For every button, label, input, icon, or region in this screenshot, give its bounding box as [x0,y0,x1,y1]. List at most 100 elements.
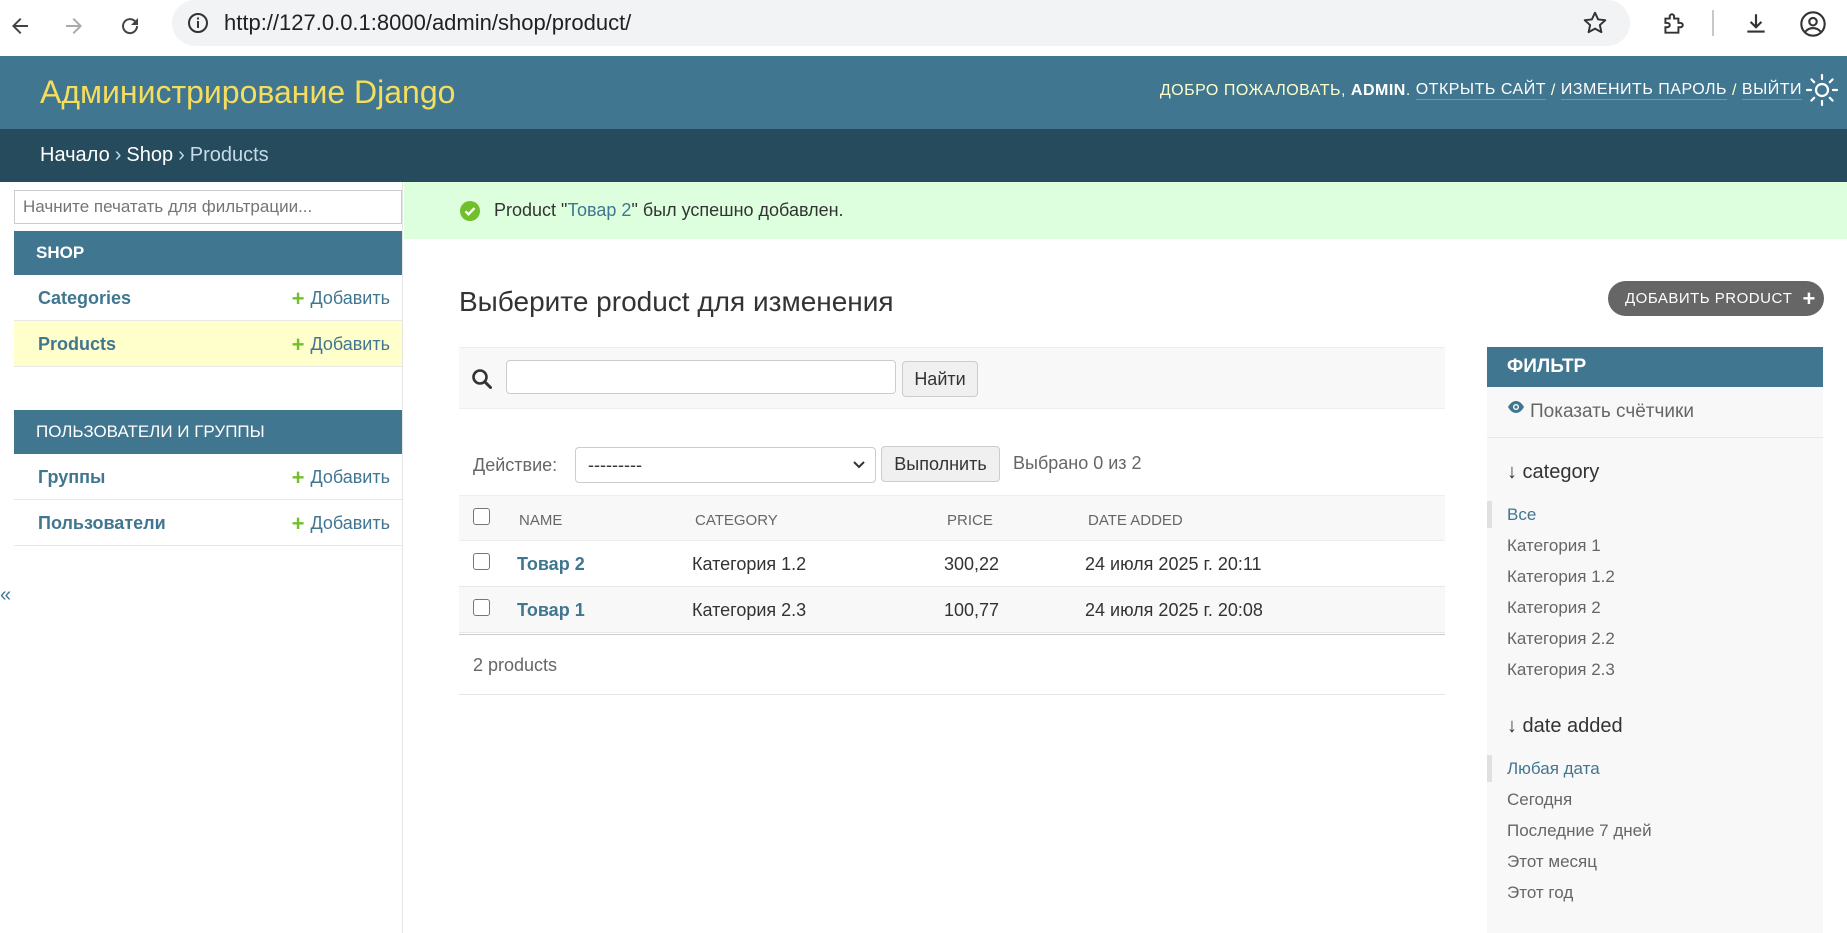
product-date: 24 июля 2025 г. 20:11 [1085,554,1262,574]
search-input[interactable] [506,360,896,394]
filter-option[interactable]: Все [1487,499,1823,530]
message-suffix: " был успешно добавлен. [631,200,844,220]
row-checkbox[interactable] [473,553,490,570]
product-name-link[interactable]: Товар 1 [517,600,585,621]
message-prefix: Product " [494,200,568,220]
add-link[interactable]: + Добавить [291,464,390,490]
nav-sidebar: Shop Categories +Добавить Products +Доба… [14,182,403,933]
plus-icon: + [291,331,305,357]
filter-option[interactable]: Этот год [1487,877,1823,908]
filter-option[interactable]: Категория 1.2 [1487,561,1823,592]
module-caption-label: Пользователи и группы [36,422,265,441]
address-bar[interactable]: http://127.0.0.1:8000/admin/shop/product… [172,0,1630,46]
show-counts-toggle[interactable]: Показать счётчики [1487,387,1823,438]
breadcrumb: Начало › Shop › Products [0,129,1847,182]
site-branding[interactable]: Администрирование Django [40,74,455,111]
row-checkbox[interactable] [473,599,490,616]
breadcrumb-current: Products [189,144,269,166]
plus-icon: + [291,285,305,311]
plus-icon: + [291,464,305,490]
module-caption-label: Shop [36,243,85,262]
select-all-checkbox[interactable] [473,508,490,525]
column-header-price[interactable]: Price [947,512,993,529]
plus-icon: + [1802,285,1816,311]
filter-option[interactable]: Последние 7 дней [1487,815,1823,846]
browser-toolbar: http://127.0.0.1:8000/admin/shop/product… [0,0,1847,56]
add-link[interactable]: + Добавить [291,331,390,357]
view-site-link[interactable]: Открыть сайт [1415,81,1546,100]
breadcrumb-separator: › [114,144,122,166]
sidebar-item-label[interactable]: Пользователи [38,513,166,534]
breadcrumb-home[interactable]: Начало [40,144,110,166]
sidebar-item-label[interactable]: Categories [38,288,131,309]
table-header: Name Category Price Date added [459,495,1445,541]
filter-option[interactable]: Сегодня [1487,784,1823,815]
reload-icon[interactable] [112,8,148,44]
search-icon [472,369,492,389]
add-product-button[interactable]: Добавить product + [1608,281,1824,316]
sidebar-item-categories: Categories + Добавить [14,275,402,321]
column-header-date-added[interactable]: Date added [1088,512,1183,529]
filter-option[interactable]: Любая дата [1487,753,1823,784]
nav-filter-input[interactable] [14,190,402,224]
message-text: Product "Товар 2" был успешно добавлен. [494,200,844,221]
sidebar-item-label[interactable]: Группы [38,467,105,488]
column-header-category[interactable]: Category [695,512,778,529]
filter-option[interactable]: Категория 2.2 [1487,623,1823,654]
add-link[interactable]: + Добавить [292,512,390,534]
paginator: 2 products [459,634,1445,695]
toggle-nav-sidebar-button[interactable]: « [0,584,11,607]
filter-list-category: Все Категория 1 Категория 1.2 Категория … [1487,499,1823,685]
user-tools: Добро пожаловать, admin. Открыть сайт / … [1159,81,1802,100]
filter-option[interactable]: Категория 1 [1487,530,1823,561]
filter-option[interactable]: Категория 2 [1487,592,1823,623]
sidebar-item-groups: Группы + Добавить [14,454,402,500]
action-select[interactable]: --------- [575,447,876,483]
site-info-icon[interactable] [172,0,224,46]
back-arrow-icon[interactable] [2,8,38,44]
module-caption-shop[interactable]: Shop [14,231,402,275]
run-action-button[interactable]: Выполнить [881,446,1000,482]
changelist-filter: Фильтр Показать счётчики ↓ category Все … [1487,347,1823,933]
profile-icon[interactable] [1795,6,1831,42]
breadcrumb-app[interactable]: Shop [126,144,173,166]
download-icon[interactable] [1738,6,1774,42]
logout-link[interactable]: Выйти [1741,81,1802,100]
product-price: 300,22 [944,554,1000,574]
column-header-name[interactable]: Name [519,512,562,529]
sidebar-item-products: Products + Добавить [14,321,402,367]
filter-option[interactable]: Категория 2.3 [1487,654,1823,685]
change-password-link[interactable]: Изменить пароль [1560,81,1728,100]
product-price: 100,77 [944,600,1000,620]
filter-group-title-category[interactable]: ↓ category [1507,461,1599,484]
product-date: 24 июля 2025 г. 20:08 [1085,600,1263,620]
filter-title: Фильтр [1487,347,1823,387]
add-link[interactable]: + Добавить [291,285,390,311]
search-button[interactable]: Найти [902,361,978,397]
admin-header: Администрирование Django Добро пожаловат… [0,56,1847,129]
forward-arrow-icon[interactable] [56,8,92,44]
username: admin [1350,81,1406,99]
add-label: Добавить [310,334,390,354]
module-caption-auth[interactable]: Пользователи и группы [14,410,402,454]
module-auth: Пользователи и группы Группы + Добавить П… [14,410,402,546]
result-list: Name Category Price Date added Товар 2 К… [459,495,1445,633]
selection-counter: Выбрано 0 из 2 [1013,453,1142,473]
search-toolbar: Найти [459,347,1445,409]
product-name-link[interactable]: Товар 2 [517,554,585,575]
bookmark-star-icon[interactable] [1582,10,1608,36]
sidebar-item-label[interactable]: Products [38,334,116,355]
extensions-icon[interactable] [1655,6,1691,42]
filter-group-title-date-added[interactable]: ↓ date added [1507,715,1623,738]
add-label: Добавить [310,467,390,487]
url-text: http://127.0.0.1:8000/admin/shop/product… [224,10,632,35]
welcome-text: Добро пожаловать, [1159,81,1346,99]
breadcrumb-separator: › [178,144,185,166]
module-shop: Shop Categories + Добавить Products + Доба… [14,231,402,367]
actions-bar: Действие: --------- Выполнить Выбрано 0 … [459,443,1445,495]
filter-option[interactable]: Этот месяц [1487,846,1823,877]
theme-toggle-sun-icon[interactable] [1805,73,1839,107]
action-selected-value: --------- [588,455,642,475]
add-label: Добавить [310,288,390,308]
message-object-link[interactable]: Товар 2 [567,200,631,220]
